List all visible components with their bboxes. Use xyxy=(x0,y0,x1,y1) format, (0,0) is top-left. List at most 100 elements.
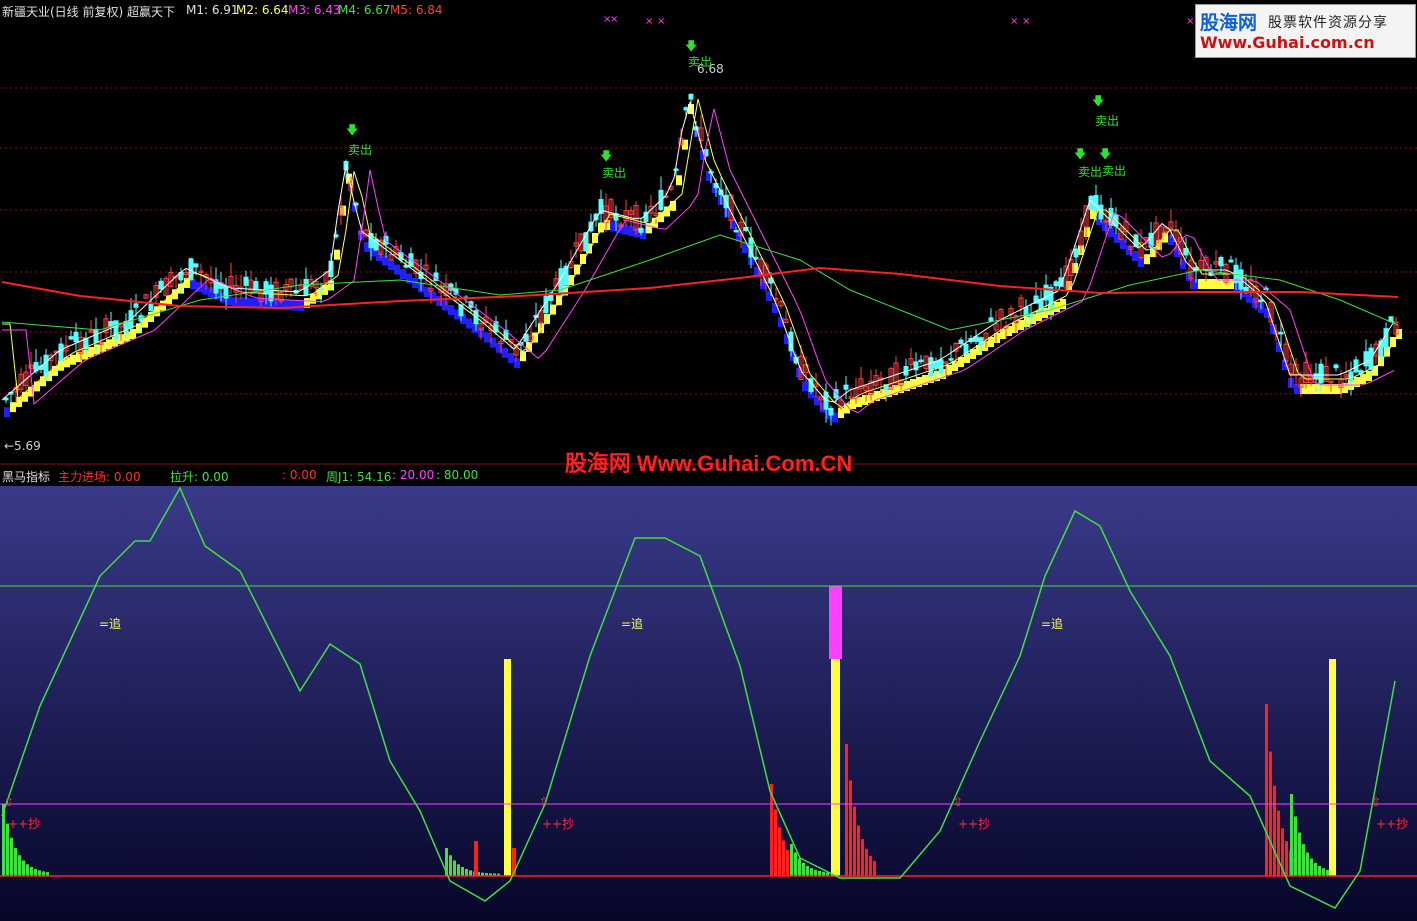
histogram-bar xyxy=(782,840,785,876)
histogram-bar xyxy=(14,847,17,876)
histogram-bar xyxy=(818,870,821,876)
trend-band-segment xyxy=(856,397,862,407)
trend-band-segment xyxy=(400,269,406,279)
trend-band-segment xyxy=(646,223,652,234)
trend-band-segment xyxy=(574,264,580,275)
buy-label: ++抄 xyxy=(542,817,575,831)
histogram-bar xyxy=(861,839,864,876)
marker-x: × xyxy=(1022,16,1031,27)
candle-body xyxy=(733,229,739,233)
histogram-bar xyxy=(26,864,29,876)
trend-band-segment xyxy=(382,255,388,266)
candle-body xyxy=(1243,286,1249,292)
trend-band-segment xyxy=(70,354,76,365)
price-gridlines xyxy=(0,87,1417,465)
histogram-bar xyxy=(790,844,793,876)
trend-band-segment xyxy=(1210,279,1216,289)
trend-band-segment xyxy=(1120,239,1126,249)
stock-title: 新疆天业(日线 前复权) 超赢天下 xyxy=(2,5,175,19)
candle-body xyxy=(108,321,114,327)
candle-body xyxy=(1258,299,1264,303)
indicator-chart[interactable] xyxy=(0,486,1417,921)
candle-body xyxy=(948,358,954,361)
trend-band-segment xyxy=(310,293,316,304)
signal-bar-magenta xyxy=(829,586,842,659)
candle-body xyxy=(688,93,694,100)
trend-band-segment xyxy=(1252,297,1258,308)
trend-band-segment xyxy=(394,264,400,275)
sell-signal: 卖出 xyxy=(1095,114,1120,128)
histogram-bar xyxy=(474,841,478,876)
histogram-bar xyxy=(857,825,860,876)
trend-band-segment xyxy=(292,300,298,311)
trend-band-segment xyxy=(190,279,196,290)
candle-body xyxy=(193,263,199,268)
marker-x: × xyxy=(1186,16,1195,27)
trend-band-segment xyxy=(94,344,100,355)
histogram-bar xyxy=(1306,852,1309,876)
histogram-bar xyxy=(1269,751,1272,876)
trend-band-segment xyxy=(592,233,598,243)
candle-body xyxy=(638,227,644,233)
histogram-bar xyxy=(810,868,813,876)
histogram-bar xyxy=(802,862,805,876)
histogram-bar xyxy=(845,744,848,876)
sell-signal: 卖出 xyxy=(602,166,627,180)
indicator-header: 黑马指标 主力进场: 0.00 拉升: 0.00 : 0.00 周J1: 54.… xyxy=(0,466,1417,485)
marker-x: × xyxy=(1010,16,1019,27)
candle-body xyxy=(253,281,259,291)
zhuli-value: 主力进场: 0.00 xyxy=(58,470,141,484)
candle-body xyxy=(1028,314,1034,317)
trend-band-segment xyxy=(1132,251,1138,261)
trend-band-segment xyxy=(238,297,244,308)
trend-band-segment xyxy=(1312,384,1318,394)
histogram-bar xyxy=(453,860,456,876)
moving-averages xyxy=(1,98,1399,414)
trend-band-segment xyxy=(448,305,454,315)
histogram-bar xyxy=(1285,841,1288,876)
histogram-bar xyxy=(853,806,856,876)
lasheng-value: 拉升: 0.00 xyxy=(170,470,229,484)
trend-band-segment xyxy=(202,284,208,295)
histogram-bar xyxy=(873,860,876,876)
trend-band-segment xyxy=(466,318,472,329)
trend-band-segment xyxy=(1144,254,1150,265)
candle-body xyxy=(1363,351,1369,367)
histogram-bar xyxy=(1326,869,1329,876)
buy-arrow-icon: ⇧ xyxy=(1371,795,1382,809)
candle-body xyxy=(988,317,994,322)
trend-band-segment xyxy=(604,220,610,230)
histogram-bar xyxy=(1302,844,1305,876)
candle-body xyxy=(133,303,139,308)
trend-band-segment xyxy=(802,381,808,392)
histogram-bar xyxy=(778,827,781,876)
trend-band-segment xyxy=(286,300,292,311)
trend-band-segment xyxy=(88,347,94,357)
histogram-bar xyxy=(461,867,464,876)
ma5-value: M5: 6.84 xyxy=(390,3,443,17)
trend-band-segment xyxy=(388,260,394,270)
candle-body xyxy=(843,384,849,390)
buy-label: ++抄 xyxy=(8,817,41,831)
trend-band-segment xyxy=(508,353,514,363)
chase-label: =追 xyxy=(1041,617,1064,631)
level-20: : 20.00 xyxy=(392,468,435,482)
candle-body xyxy=(1348,371,1354,383)
histogram-bar xyxy=(786,849,789,876)
candle-body xyxy=(68,336,74,340)
histogram-bar xyxy=(1314,862,1317,876)
price-chart[interactable] xyxy=(0,20,1417,465)
histogram-bar xyxy=(1265,704,1268,876)
signal-bar-yellow xyxy=(831,659,840,876)
histogram-bar xyxy=(465,868,468,876)
trend-band-segment xyxy=(1018,320,1024,330)
trend-band-segment xyxy=(610,221,616,232)
histogram-bar xyxy=(1273,785,1276,876)
candle-body xyxy=(1218,257,1224,267)
trend-band-segment xyxy=(628,226,634,236)
histogram-bar xyxy=(1277,810,1280,876)
histogram-bar xyxy=(1318,865,1321,876)
histogram-bar xyxy=(469,870,472,876)
buy-arrow-icon: ⇧ xyxy=(539,795,550,809)
trend-band-segment xyxy=(580,254,586,264)
